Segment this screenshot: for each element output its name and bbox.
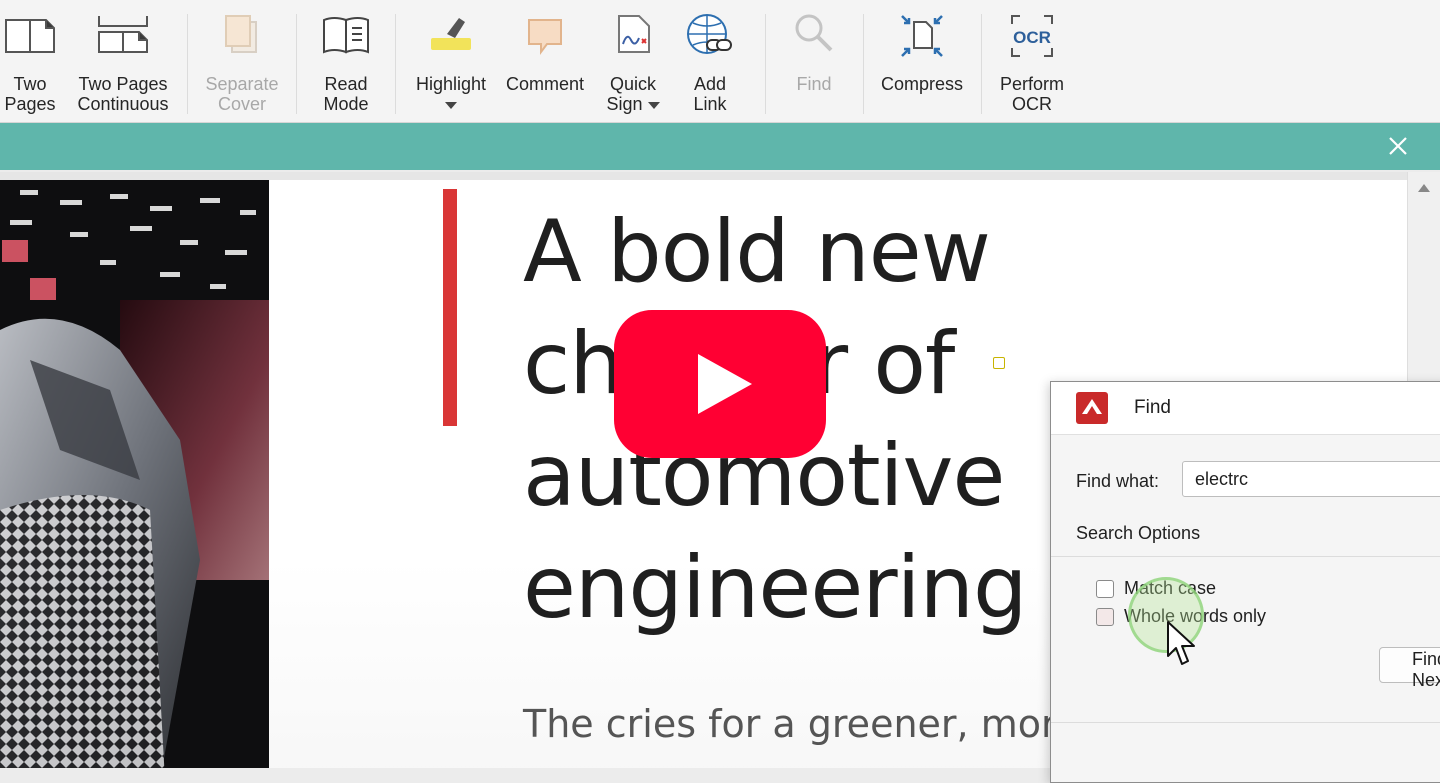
scroll-up-arrow-icon[interactable] (1418, 184, 1430, 192)
notification-banner (0, 123, 1440, 170)
divider (1051, 722, 1440, 723)
divider (1051, 556, 1440, 557)
toolbar-divider (981, 14, 982, 114)
page-subheading: The cries for a greener, more (523, 702, 1080, 746)
compress-label: Compress (880, 74, 964, 94)
toolbar-divider (187, 14, 188, 114)
accent-bar (443, 189, 457, 426)
play-icon (698, 354, 752, 414)
ocr-icon: OCR (1008, 12, 1056, 74)
quick-sign-label: Quick Sign (606, 74, 660, 114)
checkbox-box[interactable] (1096, 579, 1114, 598)
toolbar-divider (863, 14, 864, 114)
compress-icon (898, 12, 946, 74)
link-icon (685, 12, 735, 74)
find-next-button[interactable]: Find Next (1379, 647, 1440, 690)
dialog-title: Find (1134, 397, 1171, 418)
find-what-label: Find what: (1076, 471, 1160, 491)
checkbox-box[interactable] (1096, 607, 1114, 626)
search-icon (791, 12, 837, 74)
highlight-button[interactable]: Highlight (414, 12, 488, 114)
toolbar-divider (296, 14, 297, 114)
search-options-label: Search Options (1076, 523, 1201, 543)
toolbar-divider (395, 14, 396, 114)
compress-button[interactable]: Compress (880, 12, 964, 94)
separate-cover-icon (218, 12, 266, 74)
perform-ocr-button[interactable]: OCR Perform OCR (1000, 12, 1064, 114)
car-photo (0, 180, 269, 768)
signature-icon (611, 12, 655, 74)
read-mode-label: Read Mode (323, 74, 369, 114)
chevron-down-icon (444, 101, 457, 109)
highlighter-icon (427, 12, 475, 74)
ribbon-toolbar: Two Pages Two Pages Continuous Separate … (0, 0, 1440, 123)
two-pages-continuous-icon (93, 12, 153, 74)
mouse-pointer-icon (1166, 620, 1200, 673)
find-dialog: Find Find what: Search Options Match cas… (1050, 381, 1440, 783)
perform-ocr-label: Perform OCR (1000, 74, 1065, 114)
separate-cover-label: Separate Cover (205, 74, 279, 114)
comment-label: Comment (505, 74, 585, 94)
book-icon (320, 12, 372, 74)
comment-icon (523, 12, 567, 74)
two-pages-button[interactable]: Two Pages (4, 12, 56, 114)
read-mode-button[interactable]: Read Mode (318, 12, 374, 114)
two-pages-label: Two Pages (4, 74, 56, 114)
chevron-down-icon (647, 101, 660, 109)
close-icon[interactable] (1386, 134, 1410, 158)
separate-cover-button[interactable]: Separate Cover (205, 12, 279, 114)
add-link-button[interactable]: Add Link (684, 12, 736, 114)
find-label: Find (796, 74, 832, 94)
add-link-label: Add Link (693, 74, 727, 114)
toolbar-divider (765, 14, 766, 114)
find-button[interactable]: Find (790, 12, 838, 94)
find-what-input[interactable] (1182, 461, 1440, 497)
svg-text:OCR: OCR (1013, 28, 1051, 47)
comment-button[interactable]: Comment (506, 12, 584, 94)
two-pages-continuous-button[interactable]: Two Pages Continuous (77, 12, 169, 114)
two-pages-icon (2, 12, 58, 74)
highlight-label: Highlight (416, 74, 486, 114)
video-play-button[interactable] (614, 310, 826, 458)
annotation-marker[interactable] (993, 357, 1005, 369)
dialog-titlebar[interactable]: Find (1051, 382, 1440, 435)
two-pages-continuous-label: Two Pages Continuous (77, 74, 169, 114)
app-logo-icon (1076, 392, 1108, 424)
quick-sign-button[interactable]: Quick Sign (604, 12, 662, 114)
